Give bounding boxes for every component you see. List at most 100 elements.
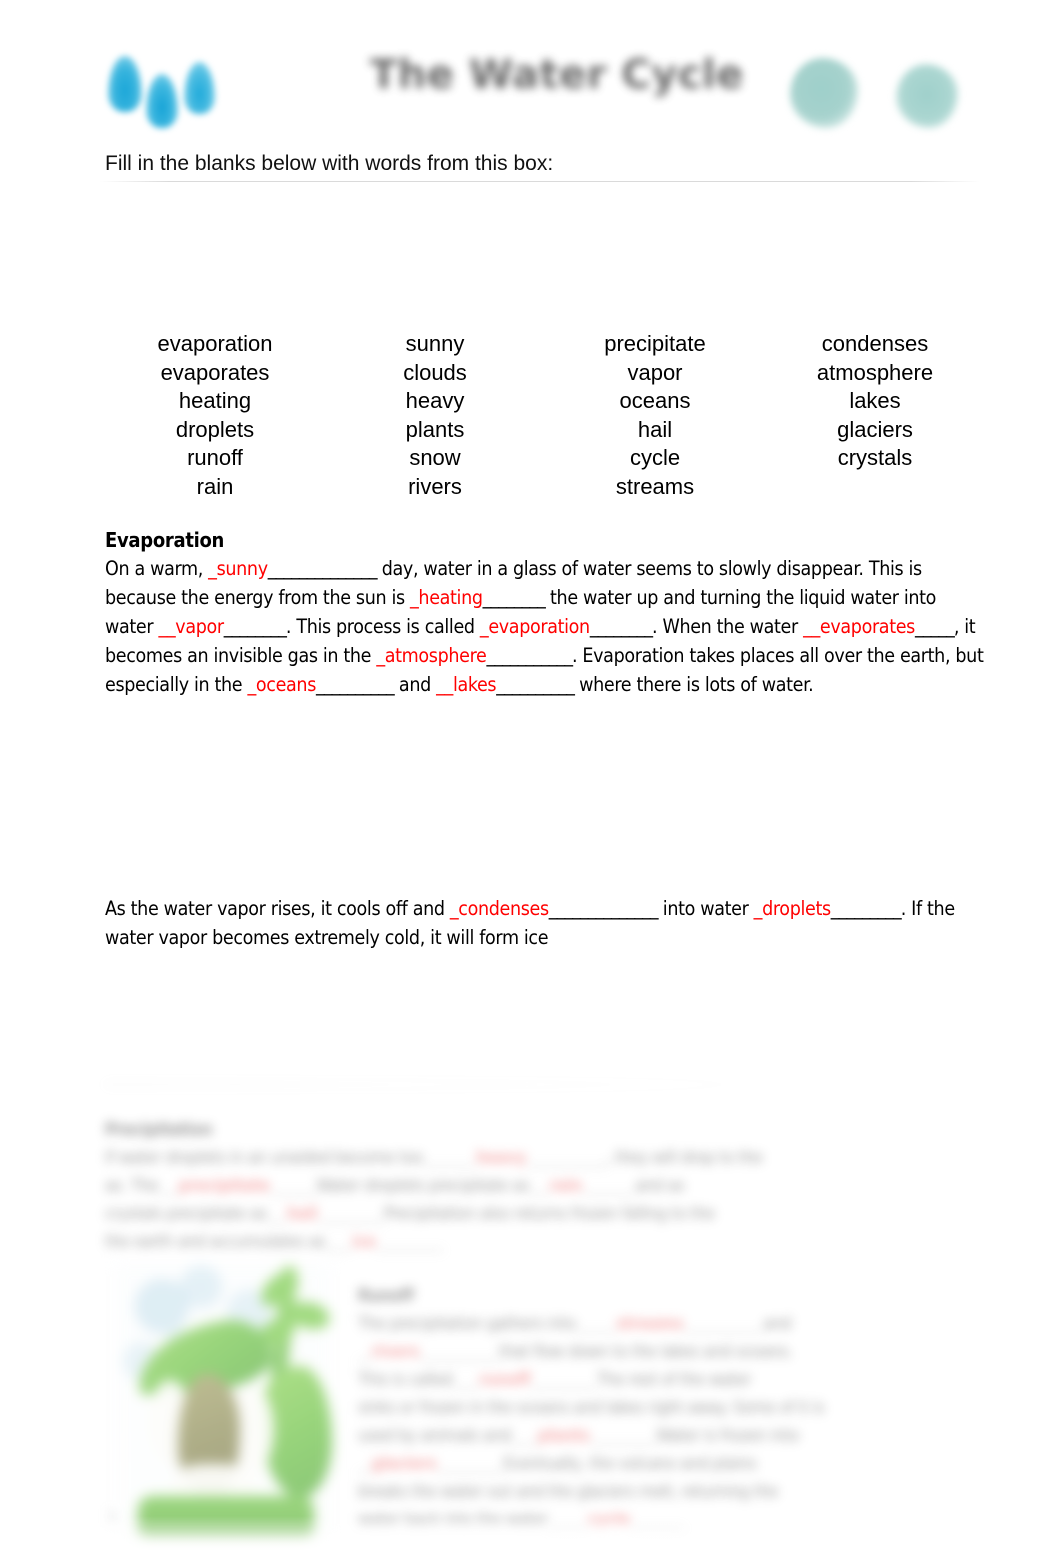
word-bank-column-2: sunny clouds heavy plants snow rivers (325, 330, 545, 501)
text-fragment: . This process is called (285, 615, 480, 638)
text-fragment: Precipitation also returns frozen fallin… (383, 1204, 715, 1224)
answer-evaporates[interactable]: __evaporates (803, 615, 915, 638)
blurred-answer[interactable]: streams (616, 1314, 684, 1334)
answer-atmosphere[interactable]: _atmosphere (376, 644, 487, 667)
evaporation-section: Evaporation On a warm, _sunny___________… (105, 528, 985, 699)
page-number: 1 (108, 1510, 117, 1525)
page-header: The Water Cycle (0, 0, 1062, 182)
word-bank-word: evaporates (160, 359, 270, 385)
word-bank-word: lakes (849, 388, 901, 413)
word-bank: evaporation evaporates heating droplets … (105, 330, 985, 501)
blurred-answer[interactable]: rain (549, 1176, 582, 1196)
runoff-line-6: __glaciers__________Eventually, the volc… (358, 1454, 757, 1474)
word-bank-column-3: precipitate vapor oceans hail cycle stre… (545, 330, 765, 501)
condensation-section: As the water vapor rises, it cools off a… (105, 894, 985, 952)
blank-line[interactable]: __________ (316, 673, 395, 696)
answer-heating[interactable]: _heating (410, 586, 483, 609)
precipitation-line-3: crystals precipitate as___hail__________… (105, 1204, 715, 1224)
word-bank-word: cycle (629, 445, 681, 470)
blurred-answer[interactable]: hail (287, 1204, 318, 1224)
answer-droplets[interactable]: _droplets (754, 897, 831, 920)
worksheet-page: The Water Cycle Fill in the blanks below… (0, 0, 1062, 1556)
text-fragment: , they will drop to the (605, 1148, 763, 1168)
word-bank-word: hail (637, 416, 673, 442)
runoff-line-4: sinks or frozen in the oceans and lakes … (358, 1398, 825, 1418)
blurred-answer[interactable]: ice (352, 1232, 376, 1252)
blurred-answer[interactable]: precipitate (178, 1176, 270, 1196)
answer-condenses[interactable]: _condenses (450, 897, 549, 920)
blank-line[interactable]: __________ (496, 673, 575, 696)
text-fragment: Water is frozen into (656, 1426, 800, 1446)
word-bank-word: glaciers (837, 416, 913, 442)
blurred-answer[interactable]: runoff (479, 1370, 531, 1390)
plant-sprout-image (108, 1258, 346, 1550)
text-fragment: the earth and accumulates as (105, 1232, 326, 1252)
precipitation-line-2: as. The___precipitate_______Water drople… (105, 1176, 685, 1196)
text-fragment: where there is lots of water. (573, 673, 814, 696)
blank-line[interactable]: ________ (590, 615, 653, 638)
page-title: The Water Cycle (370, 52, 744, 98)
answer-evaporation[interactable]: _evaporation (480, 615, 590, 638)
text-fragment: as. The (105, 1176, 159, 1196)
word-bank-word: rain (196, 473, 234, 499)
text-fragment: and as (635, 1176, 685, 1196)
text-fragment: Water droplets precipitate as (316, 1176, 530, 1196)
text-fragment: crystals precipitate as (105, 1204, 267, 1224)
blurred-answer[interactable]: rivers (371, 1342, 419, 1362)
answer-sunny[interactable]: _sunny (208, 557, 268, 580)
text-fragment: water back into the water (358, 1510, 548, 1530)
precipitation-heading: Precipitation (105, 1120, 213, 1140)
blurred-lower-section: Precipitation If water droplets in an un… (0, 1070, 1062, 1556)
word-bank-word: clouds (403, 359, 467, 385)
runoff-line-7: breaks the water out and the glaciers me… (358, 1482, 778, 1502)
text-fragment: that flow down to the lakes and oceans. (499, 1342, 793, 1362)
text-fragment: If water droplets in an unaided become t… (105, 1148, 423, 1168)
evaporation-heading: Evaporation (105, 528, 225, 552)
word-bank-word: rivers (408, 473, 462, 499)
water-droplet-2 (146, 74, 178, 128)
word-bank-word: condenses (821, 331, 929, 356)
blank-line[interactable]: ________ (224, 615, 287, 638)
answer-lakes[interactable]: __lakes (436, 673, 496, 696)
answer-oceans[interactable]: _oceans (247, 673, 316, 696)
text-fragment: into water (657, 897, 754, 920)
blank-line[interactable]: ________ (483, 586, 546, 609)
blank-line[interactable]: ______________ (268, 557, 378, 580)
word-bank-word: vapor (627, 359, 683, 385)
word-bank-word: oceans (619, 388, 691, 413)
word-bank-word: snow (409, 445, 461, 470)
word-bank-word: atmosphere (816, 359, 934, 385)
word-bank-word: crystals (837, 445, 913, 470)
word-bank-word: streams (615, 473, 695, 499)
blurred-answer[interactable]: cycle (588, 1510, 631, 1530)
word-bank-word: sunny (405, 331, 465, 356)
runoff-line-8: water back into the water______cycle____… (358, 1510, 684, 1530)
text-fragment: . When the water (652, 615, 804, 638)
blurred-answer[interactable]: heavy (476, 1148, 526, 1168)
runoff-line-1: The precipitation gathers into______stre… (358, 1314, 792, 1334)
blurred-answer[interactable]: plants (538, 1426, 590, 1446)
runoff-line-3: This is called____runoff__________The re… (358, 1370, 752, 1390)
text-fragment: Eventually, the volcano and plains (503, 1454, 757, 1474)
blurred-divider (105, 1084, 805, 1085)
teal-circles-icon (786, 52, 986, 148)
condensation-paragraph: As the water vapor rises, it cools off a… (105, 894, 985, 952)
water-droplet-3 (184, 62, 215, 114)
header-divider (100, 181, 980, 182)
text-fragment: This is called (358, 1370, 453, 1390)
blank-line[interactable]: ______________ (549, 897, 659, 920)
text-fragment: and (393, 673, 437, 696)
word-bank-column-1: evaporation evaporates heating droplets … (105, 330, 325, 501)
word-bank-word: droplets (175, 416, 255, 442)
word-bank-word: plants (405, 416, 465, 442)
blank-line[interactable]: _____ (915, 615, 955, 638)
teal-circle-1 (790, 58, 858, 128)
word-bank-word: runoff (187, 445, 243, 470)
word-bank-word: heating (178, 388, 252, 413)
blurred-answer[interactable]: glaciers (371, 1454, 437, 1474)
blank-line[interactable]: _________ (831, 897, 902, 920)
text-fragment: The precipitation gathers into (358, 1314, 577, 1334)
blank-line[interactable]: ___________ (487, 644, 573, 667)
answer-vapor[interactable]: __vapor (158, 615, 224, 638)
plant-ground (138, 1496, 314, 1540)
